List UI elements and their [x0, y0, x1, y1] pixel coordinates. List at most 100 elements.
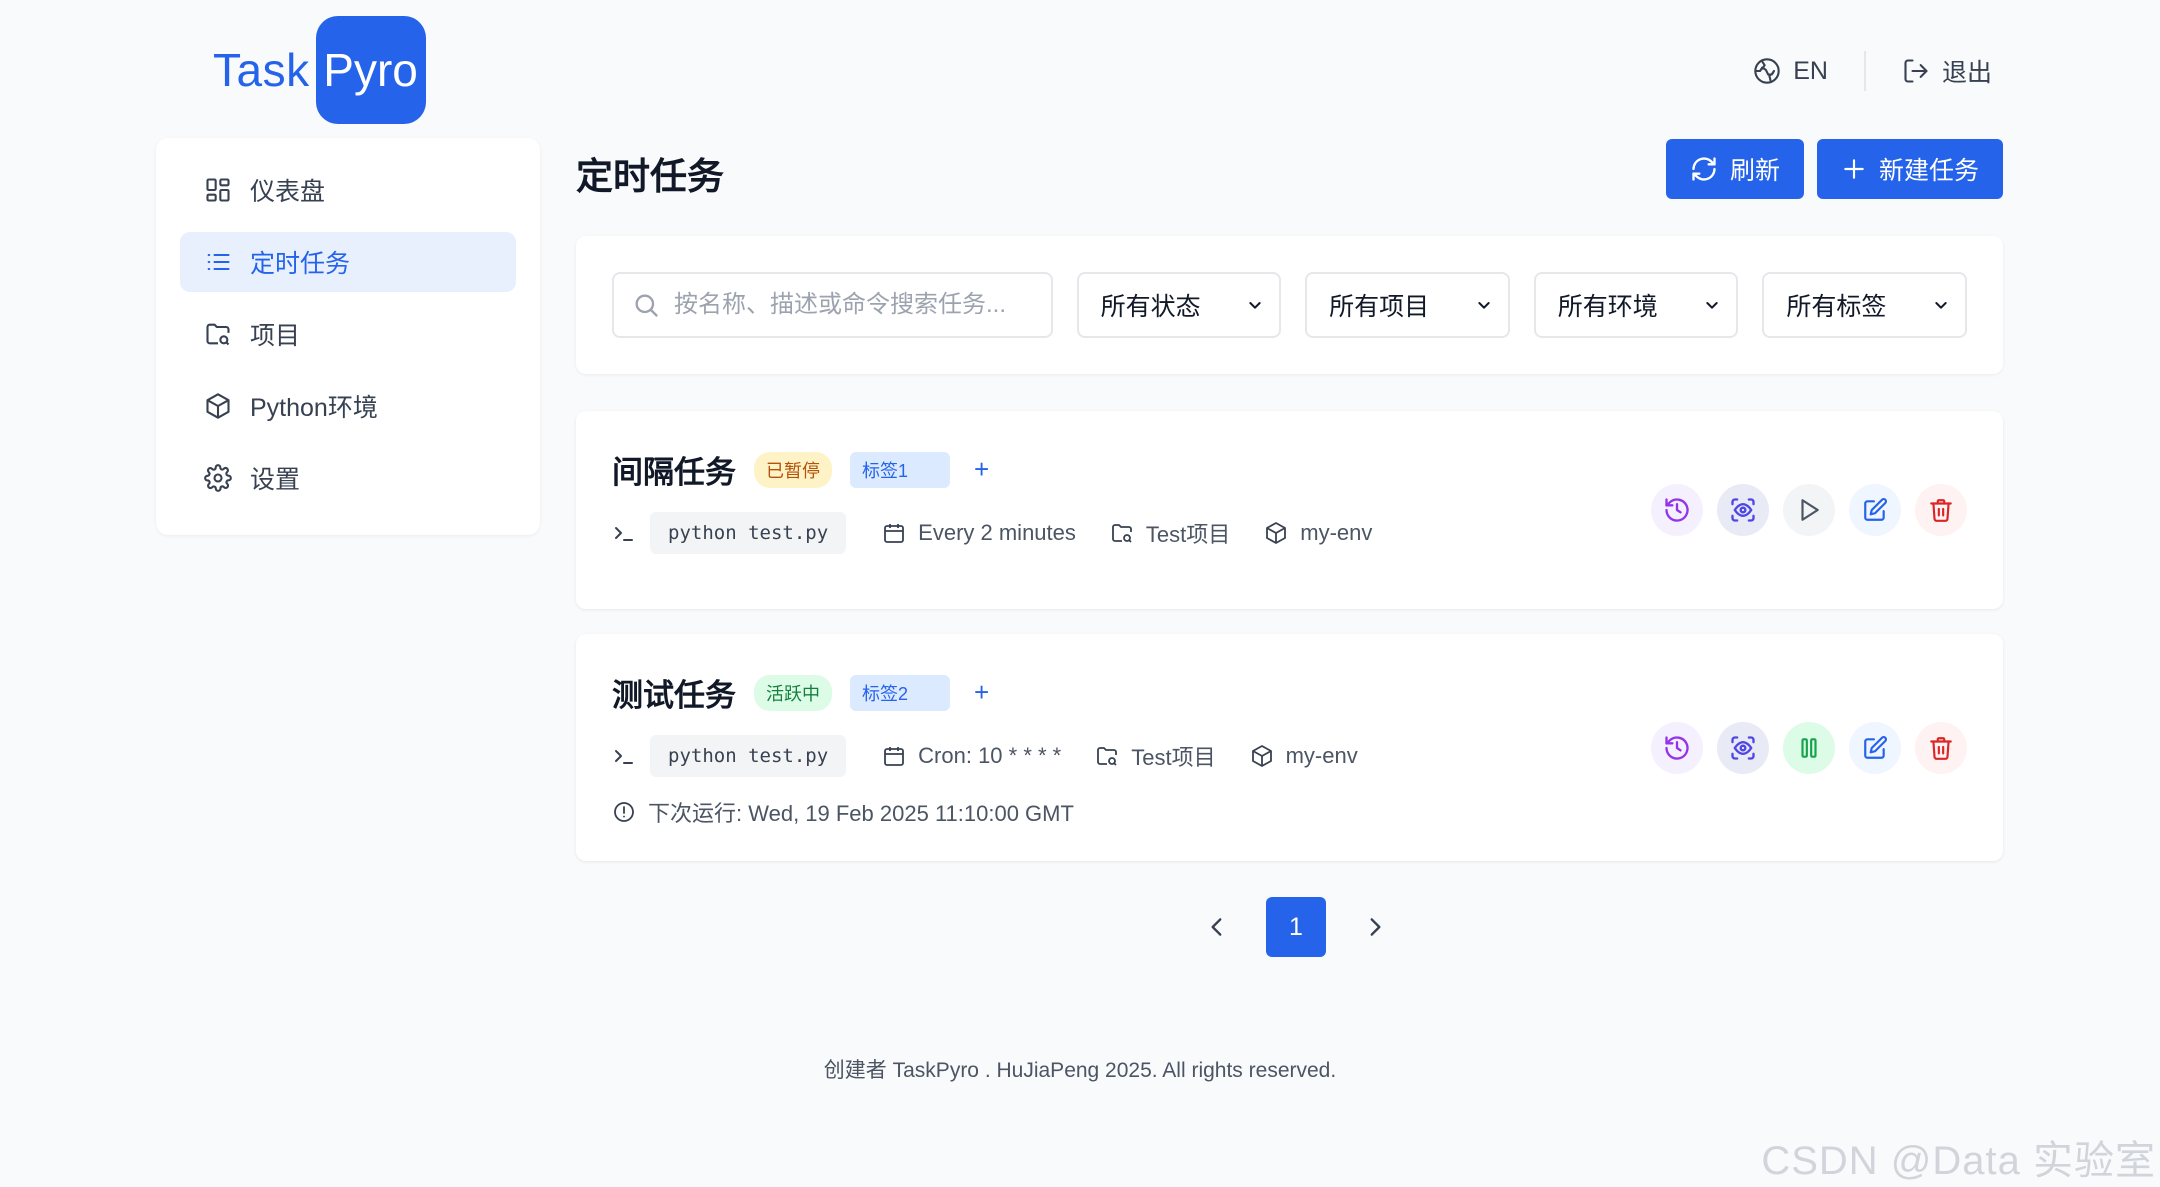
- sidebar-item-projects[interactable]: 项目: [180, 304, 516, 364]
- search-icon: [632, 291, 660, 319]
- sidebar-item-python-env[interactable]: Python环境: [180, 376, 516, 436]
- delete-button[interactable]: [1915, 722, 1967, 774]
- tags-filter-select[interactable]: 所有标签: [1762, 272, 1967, 338]
- eye-scan-icon: [1729, 496, 1757, 524]
- task-actions: [1651, 484, 1967, 536]
- folder-icon: [1110, 521, 1134, 545]
- task-name: 间隔任务: [612, 455, 736, 490]
- sidebar-item-scheduled-tasks[interactable]: 定时任务: [180, 232, 516, 292]
- next-run-info: 下次运行: Wed, 19 Feb 2025 11:10:00 GMT: [612, 796, 1074, 828]
- project-info: Test项目: [1095, 740, 1216, 772]
- view-logs-button[interactable]: [1717, 722, 1769, 774]
- chevron-left-icon: [1211, 918, 1222, 936]
- pause-icon: [1796, 735, 1822, 761]
- env-info: my-env: [1250, 743, 1358, 769]
- history-button[interactable]: [1651, 484, 1703, 536]
- schedule-info: Every 2 minutes: [882, 520, 1076, 546]
- filter-bar: 所有状态 所有项目 所有环境 所有标签: [576, 236, 2003, 374]
- schedule-text: Every 2 minutes: [918, 520, 1076, 545]
- task-card: 间隔任务 已暂停 标签1 + python test.py Every 2 mi…: [576, 411, 2003, 609]
- edit-button[interactable]: [1849, 722, 1901, 774]
- history-icon: [1663, 496, 1691, 524]
- chevron-down-icon: [1476, 297, 1492, 313]
- top-actions: 刷新 新建任务: [1665, 139, 2003, 199]
- calendar-icon: [882, 521, 906, 545]
- next-page-button[interactable]: [1362, 914, 1388, 940]
- task-header: 测试任务 活跃中 标签2 +: [612, 670, 989, 715]
- tag-chip[interactable]: 标签2: [850, 674, 950, 711]
- search-input[interactable]: [674, 291, 1033, 319]
- sidebar-item-label: 仪表盘: [250, 178, 326, 206]
- env-text: my-env: [1300, 520, 1373, 545]
- schedule-text: Cron: 10 * * * *: [918, 743, 1062, 768]
- tags-filter-value: 所有标签: [1786, 293, 1887, 321]
- project-text: Test项目: [1145, 522, 1231, 547]
- delete-button[interactable]: [1915, 484, 1967, 536]
- header-actions: EN 退出: [1753, 46, 1992, 96]
- sidebar-item-dashboard[interactable]: 仪表盘: [180, 160, 516, 220]
- edit-icon: [1862, 497, 1888, 523]
- project-filter-select[interactable]: 所有项目: [1305, 272, 1510, 338]
- status-filter-value: 所有状态: [1100, 293, 1201, 321]
- sidebar-item-label: Python环境: [250, 394, 378, 422]
- page-number-button[interactable]: 1: [1266, 897, 1326, 957]
- env-info: my-env: [1264, 520, 1372, 546]
- chevron-down-icon: [1933, 297, 1949, 313]
- logout-label: 退出: [1941, 59, 1992, 87]
- add-tag-button[interactable]: +: [974, 454, 989, 485]
- calendar-icon: [882, 744, 906, 768]
- logout-button[interactable]: 退出: [1902, 53, 1992, 89]
- task-meta: python test.py Every 2 minutes Test项目 my…: [612, 512, 1406, 554]
- sidebar: 仪表盘 定时任务 项目 Python环境 设置: [156, 138, 540, 535]
- eye-scan-icon: [1729, 734, 1757, 762]
- sidebar-item-label: 定时任务: [250, 250, 351, 278]
- add-tag-button[interactable]: +: [974, 677, 989, 708]
- task-actions: [1651, 722, 1967, 774]
- cube-icon: [1264, 521, 1288, 545]
- search-box[interactable]: [612, 272, 1053, 338]
- pagination: 1: [1204, 897, 1388, 957]
- refresh-icon: [1690, 155, 1718, 183]
- history-icon: [1663, 734, 1691, 762]
- pause-button[interactable]: [1783, 722, 1835, 774]
- chevron-right-icon: [1370, 918, 1381, 936]
- logo-text-task: Task: [213, 44, 310, 96]
- watermark-text: CSDN @Data 实验室: [1761, 1139, 2156, 1183]
- new-task-label: 新建任务: [1878, 157, 1979, 185]
- task-card: 测试任务 活跃中 标签2 + python test.py Cron: 10 *…: [576, 634, 2003, 861]
- sidebar-item-settings[interactable]: 设置: [180, 448, 516, 508]
- history-button[interactable]: [1651, 722, 1703, 774]
- language-toggle[interactable]: EN: [1753, 57, 1828, 86]
- page-title: 定时任务: [576, 156, 724, 197]
- command-code: python test.py: [650, 512, 847, 554]
- view-logs-button[interactable]: [1717, 484, 1769, 536]
- list-icon: [204, 248, 232, 276]
- status-filter-select[interactable]: 所有状态: [1076, 272, 1282, 338]
- cube-icon: [204, 392, 232, 420]
- new-task-button[interactable]: 新建任务: [1816, 139, 2003, 199]
- globe-icon: [1753, 57, 1781, 85]
- tag-chip[interactable]: 标签1: [850, 451, 950, 488]
- prev-page-button[interactable]: [1204, 914, 1230, 940]
- status-badge: 已暂停: [754, 451, 832, 488]
- task-header: 间隔任务 已暂停 标签1 +: [612, 447, 989, 492]
- project-filter-value: 所有项目: [1329, 293, 1430, 321]
- app-logo[interactable]: Task Pyro: [213, 16, 426, 124]
- status-badge: 活跃中: [754, 674, 832, 711]
- schedule-info: Cron: 10 * * * *: [882, 743, 1061, 769]
- cube-icon: [1250, 744, 1274, 768]
- refresh-label: 刷新: [1729, 157, 1780, 185]
- refresh-button[interactable]: 刷新: [1665, 139, 1804, 199]
- task-meta: python test.py Cron: 10 * * * * Test项目 m…: [612, 735, 1392, 777]
- next-run-text: 下次运行: Wed, 19 Feb 2025 11:10:00 GMT: [648, 801, 1074, 826]
- trash-icon: [1928, 497, 1954, 523]
- sidebar-item-label: 项目: [250, 322, 301, 350]
- run-button[interactable]: [1783, 484, 1835, 536]
- env-filter-select[interactable]: 所有环境: [1533, 272, 1739, 338]
- terminal-icon: [612, 521, 636, 545]
- folder-icon: [204, 320, 232, 348]
- task-name: 测试任务: [612, 678, 736, 713]
- sidebar-item-label: 设置: [250, 466, 301, 494]
- edit-button[interactable]: [1849, 484, 1901, 536]
- header-divider: [1863, 51, 1866, 91]
